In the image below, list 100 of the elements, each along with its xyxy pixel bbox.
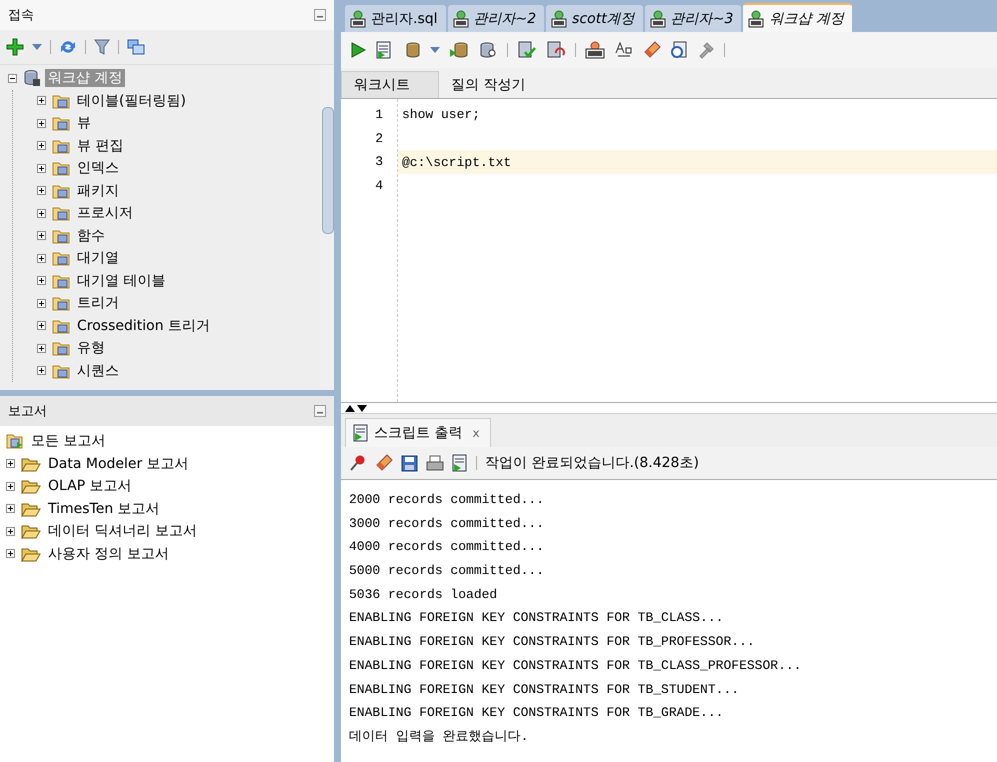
tools-icon[interactable] [697, 41, 715, 59]
editor-tab[interactable]: 관리자~3 [644, 5, 742, 32]
expand-toggle[interactable] [37, 276, 48, 286]
sql-icon [648, 10, 667, 28]
panel-title: 접속 [8, 7, 34, 24]
commit-icon[interactable] [517, 41, 537, 59]
dropdown-icon[interactable] [32, 44, 42, 50]
sql-icon [550, 10, 568, 28]
expand-toggle[interactable] [37, 344, 48, 353]
filter-icon[interactable] [94, 39, 110, 55]
eraser-icon[interactable] [375, 454, 393, 472]
expand-toggle[interactable] [37, 186, 48, 196]
expand-toggle[interactable] [6, 504, 17, 514]
eraser-icon[interactable] [643, 41, 661, 59]
tree-item[interactable]: 프로시저 [74, 204, 136, 222]
open-folder-icon [21, 478, 41, 494]
folder-icon [52, 138, 70, 154]
worksheet-tab[interactable]: 워크시트 [341, 71, 439, 98]
print-icon[interactable] [426, 454, 444, 472]
code-line: @c:\script.txt [401, 154, 512, 170]
open-folder-icon [21, 456, 41, 472]
expand-toggle[interactable] [37, 96, 48, 106]
folder-icon [52, 250, 70, 266]
line-number: 3 [374, 153, 383, 172]
expand-toggle[interactable] [37, 231, 48, 240]
tree-item[interactable]: OLAP 보고서 [45, 477, 135, 496]
panel-title: 보고서 [8, 403, 47, 420]
output-line: 4000 records committed... [349, 538, 546, 556]
tree-item[interactable]: Crossedition 트리거 [74, 316, 214, 335]
expand-toggle[interactable] [37, 141, 48, 150]
open-folder-icon [21, 523, 41, 540]
tree-item[interactable]: 뷰 [74, 114, 94, 132]
expand-toggle[interactable] [37, 254, 48, 263]
close-icon[interactable]: x [472, 426, 480, 440]
editor-tab[interactable]: 관리자~2 [448, 5, 544, 32]
tree-item[interactable]: 뷰 편집 [74, 136, 126, 155]
tree-item[interactable]: 사용자 정의 보고서 [45, 544, 172, 563]
expand-toggle[interactable] [6, 459, 17, 468]
sql-icon [452, 10, 470, 28]
tree-item[interactable]: 함수 [74, 226, 108, 245]
expand-toggle[interactable] [6, 549, 17, 558]
sql-icon [747, 10, 766, 28]
folder-icon [52, 362, 70, 379]
tree-item[interactable]: 인덱스 [74, 159, 122, 178]
tree-item[interactable]: 모든 보고서 [28, 432, 108, 450]
line-number: 1 [374, 106, 383, 124]
tree-item[interactable]: 트리거 [74, 294, 122, 312]
tree-item[interactable]: Data Modeler 보고서 [45, 454, 192, 473]
script-icon[interactable] [452, 454, 468, 472]
expand-toggle[interactable] [6, 526, 17, 536]
folder-icon [52, 182, 70, 199]
output-line: ENABLING FOREIGN KEY CONSTRAINTS FOR TB_GRADE... [349, 704, 724, 722]
expand-toggle[interactable] [37, 298, 48, 308]
expand-toggle[interactable] [37, 164, 48, 173]
tree-item[interactable]: 패키지 [74, 182, 122, 200]
editor-tab[interactable]: 워크샵 계정 [743, 3, 852, 32]
folder-icon [52, 318, 70, 334]
rollback-icon[interactable] [546, 41, 566, 59]
folder-icon [52, 228, 70, 244]
run-icon[interactable] [349, 41, 367, 59]
open-folder-icon [21, 500, 41, 517]
sql-icon[interactable] [585, 41, 605, 59]
editor-tab[interactable]: scott계정 [546, 5, 643, 32]
expand-toggle[interactable] [37, 366, 48, 376]
save-icon[interactable] [401, 454, 418, 472]
minimize-icon[interactable] [314, 9, 326, 21]
folder-icon [52, 205, 70, 222]
open-folder-icon [21, 546, 41, 562]
tree-item[interactable]: 유형 [74, 339, 108, 358]
sql-icon [349, 10, 367, 28]
folder-icon [52, 272, 70, 289]
add-icon[interactable] [6, 38, 24, 56]
tree-item[interactable]: 테이블(필터링됨) [74, 92, 189, 110]
minimize-icon[interactable] [314, 405, 326, 417]
worksheet-tab[interactable]: 질의 작성기 [439, 72, 538, 98]
expand-toggle[interactable] [37, 321, 48, 330]
database-icon[interactable] [449, 41, 469, 59]
expand-toggle[interactable] [37, 208, 48, 218]
tree-item[interactable]: 대기열 테이블 [74, 272, 168, 290]
output-line: 5036 records loaded [349, 586, 498, 604]
line-number: 4 [374, 177, 383, 196]
splitter-arrows-icon[interactable] [345, 404, 367, 412]
tree-item[interactable]: 시퀀스 [74, 362, 122, 380]
output-line: 5000 records committed... [349, 562, 546, 580]
output-line: ENABLING FOREIGN KEY CONSTRAINTS FOR TB_PROFESSOR... [349, 633, 756, 652]
collapse-toggle[interactable] [8, 74, 19, 83]
output-line: 3000 records committed... [349, 514, 546, 533]
tree-item[interactable]: 데이터 딕셔너리 보고서 [45, 522, 200, 540]
tree-item[interactable]: TimesTen 보고서 [45, 500, 163, 518]
font-case-icon[interactable] [614, 41, 634, 59]
editor-tab[interactable]: 관리자.sql [345, 5, 446, 32]
folder-icon [52, 115, 70, 132]
script-icon[interactable] [376, 41, 392, 59]
tree-item[interactable]: 대기열 [74, 249, 122, 268]
expand-toggle[interactable] [6, 482, 17, 491]
expand-toggle[interactable] [37, 118, 48, 128]
script-output-tab[interactable]: 스크립트 출력 x [345, 418, 491, 447]
pin-icon[interactable] [349, 454, 367, 472]
dropdown-icon[interactable] [430, 47, 440, 53]
folder-icon [52, 295, 70, 312]
